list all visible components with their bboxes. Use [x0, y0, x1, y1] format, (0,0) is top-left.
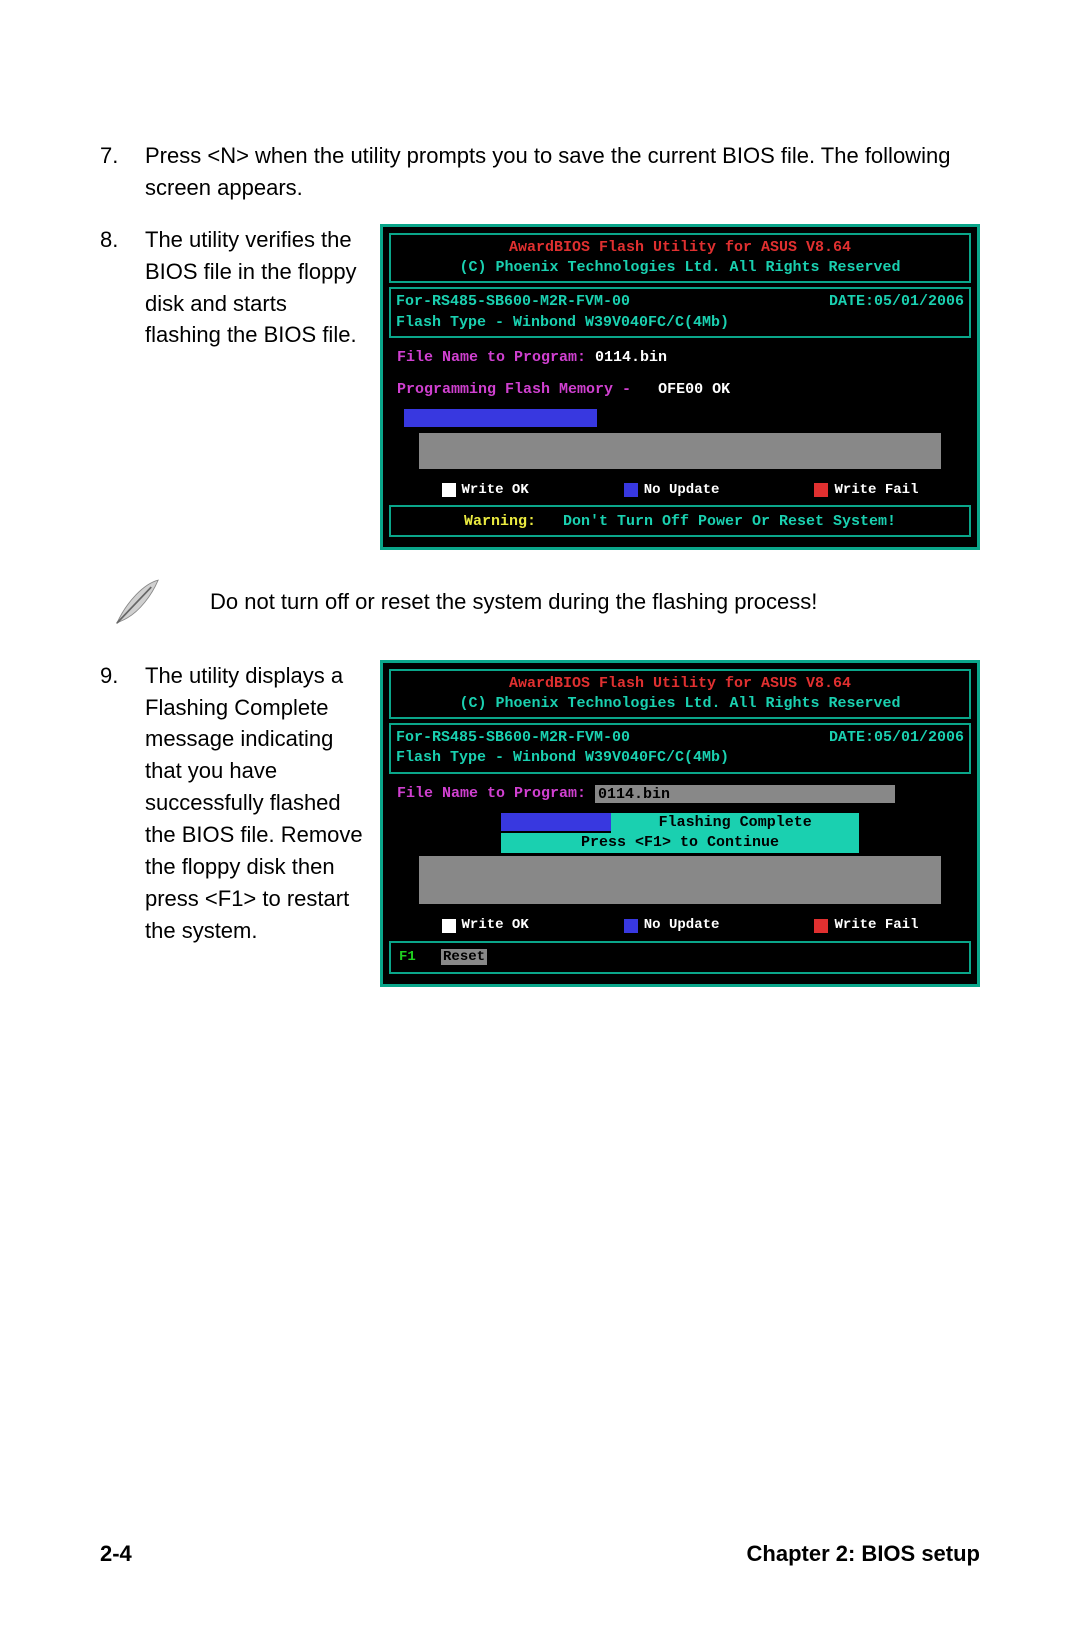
for-line: For-RS485-SB600-M2R-FVM-00	[396, 292, 630, 312]
f1-label: F1	[399, 949, 416, 965]
file-line: File Name to Program: 0114.bin	[389, 778, 971, 810]
blue-square-icon	[624, 483, 638, 497]
legend-label: No Update	[644, 481, 720, 500]
step-text: Press <N> when the utility prompts you t…	[145, 140, 980, 204]
bios-title: AwardBIOS Flash Utility for ASUS V8.64	[396, 674, 964, 694]
step-number: 8.	[100, 224, 145, 352]
white-square-icon	[442, 919, 456, 933]
legend-write-ok: Write OK	[442, 481, 529, 500]
step-text: The utility verifies the BIOS file in th…	[145, 224, 380, 352]
note-row: Do not turn off or reset the system duri…	[110, 575, 980, 630]
flash-type: Flash Type - Winbond W39V040FC/C(4Mb)	[396, 748, 964, 768]
note-text: Do not turn off or reset the system duri…	[210, 589, 817, 615]
date-label: DATE:	[829, 292, 874, 312]
bios-window-2: AwardBIOS Flash Utility for ASUS V8.64 (…	[380, 660, 980, 988]
legend-label: Write OK	[462, 481, 529, 500]
bios-copyright: (C) Phoenix Technologies Ltd. All Rights…	[396, 258, 964, 278]
flash-type: Flash Type - Winbond W39V040FC/C(4Mb)	[396, 313, 964, 333]
msg-flashing-complete: Flashing Complete	[611, 813, 859, 833]
step-number: 7.	[100, 140, 145, 204]
legend-no-update: No Update	[624, 916, 720, 935]
prog-value: OFE00 OK	[658, 381, 730, 398]
legend-row: Write OK No Update Write Fail	[389, 910, 971, 941]
warning-prefix: Warning:	[464, 513, 536, 530]
step-7: 7. Press <N> when the utility prompts yo…	[100, 140, 980, 204]
legend-no-update: No Update	[624, 481, 720, 500]
bios-title: AwardBIOS Flash Utility for ASUS V8.64	[396, 238, 964, 258]
bios-window-1: AwardBIOS Flash Utility for ASUS V8.64 (…	[380, 224, 980, 550]
red-square-icon	[814, 919, 828, 933]
legend-write-ok: Write OK	[442, 916, 529, 935]
date-label: DATE:	[829, 728, 874, 748]
date-value: 05/01/2006	[874, 728, 964, 748]
file-label: File Name to Program:	[397, 784, 586, 804]
step-number: 9.	[100, 660, 145, 947]
step-9: 9. The utility displays a Flashing Compl…	[100, 660, 380, 947]
bios-copyright: (C) Phoenix Technologies Ltd. All Rights…	[396, 694, 964, 714]
bios-info: For-RS485-SB600-M2R-FVM-00 DATE: 05/01/2…	[389, 723, 971, 774]
page-footer: 2-4 Chapter 2: BIOS setup	[100, 1541, 980, 1567]
file-line: File Name to Program: 0114.bin	[389, 342, 971, 374]
legend-label: Write Fail	[834, 916, 918, 935]
legend-write-fail: Write Fail	[814, 481, 918, 500]
progress-bars	[389, 406, 971, 474]
red-square-icon	[814, 483, 828, 497]
bios-info: For-RS485-SB600-M2R-FVM-00 DATE: 05/01/2…	[389, 287, 971, 338]
msg-press-f1: Press <F1> to Continue	[501, 833, 860, 853]
chapter-title: Chapter 2: BIOS setup	[747, 1541, 980, 1567]
step-8: 8. The utility verifies the BIOS file in…	[100, 224, 380, 352]
warning-line: Warning: Don't Turn Off Power Or Reset S…	[389, 505, 971, 536]
file-label: File Name to Program:	[397, 348, 586, 368]
feather-icon	[110, 575, 165, 630]
legend-label: Write OK	[462, 916, 529, 935]
legend-label: Write Fail	[834, 481, 918, 500]
blue-square-icon	[624, 919, 638, 933]
for-line: For-RS485-SB600-M2R-FVM-00	[396, 728, 630, 748]
reset-line: F1 Reset	[389, 941, 971, 974]
step-8-row: 8. The utility verifies the BIOS file in…	[100, 224, 980, 550]
reset-label: Reset	[441, 949, 487, 965]
page-number: 2-4	[100, 1541, 132, 1567]
legend-row: Write OK No Update Write Fail	[389, 475, 971, 506]
bios-header: AwardBIOS Flash Utility for ASUS V8.64 (…	[389, 669, 971, 720]
legend-label: No Update	[644, 916, 720, 935]
warning-text: Don't Turn Off Power Or Reset System!	[563, 513, 896, 530]
step-9-row: 9. The utility displays a Flashing Compl…	[100, 660, 980, 988]
file-value: 0114.bin	[598, 785, 670, 805]
prog-line: Programming Flash Memory - OFE00 OK	[389, 374, 971, 406]
prog-label: Programming Flash Memory -	[397, 381, 631, 398]
step-text: The utility displays a Flashing Complete…	[145, 660, 380, 947]
white-square-icon	[442, 483, 456, 497]
bios-header: AwardBIOS Flash Utility for ASUS V8.64 (…	[389, 233, 971, 284]
file-value: 0114.bin	[595, 348, 667, 368]
complete-message: Flashing Complete Press <F1> to Continue	[389, 810, 971, 911]
legend-write-fail: Write Fail	[814, 916, 918, 935]
date-value: 05/01/2006	[874, 292, 964, 312]
